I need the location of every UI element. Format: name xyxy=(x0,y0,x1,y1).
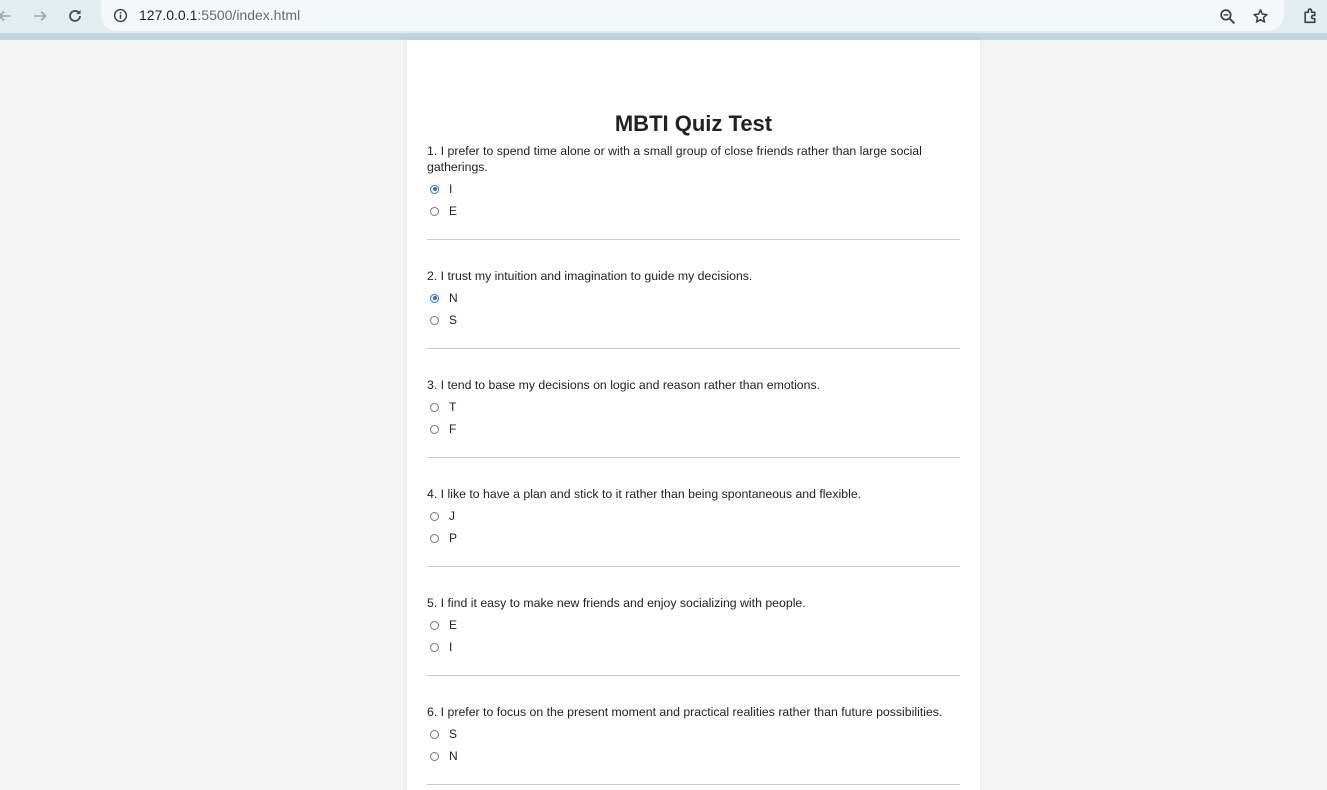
radio-option-label: I xyxy=(449,182,453,196)
reload-icon[interactable] xyxy=(64,5,86,27)
question-divider xyxy=(427,457,960,458)
radio-option[interactable]: P xyxy=(429,527,960,549)
question-item: 4. I like to have a plan and stick to it… xyxy=(427,486,960,567)
url-text[interactable]: 127.0.0.1:5500/index.html xyxy=(139,7,300,23)
radio-option[interactable]: T xyxy=(429,396,960,418)
question-text: 1. I prefer to spend time alone or with … xyxy=(427,144,922,174)
option-group: SN xyxy=(427,723,960,767)
option-group: NS xyxy=(427,287,960,331)
question-text: 4. I like to have a plan and stick to it… xyxy=(427,487,862,501)
page-title: MBTI Quiz Test xyxy=(614,111,773,136)
radio-option[interactable]: E xyxy=(429,200,960,222)
back-arrow-icon[interactable] xyxy=(0,5,16,27)
bookmark-star-icon[interactable] xyxy=(1249,5,1271,27)
question-divider xyxy=(427,784,960,785)
radio-option[interactable]: F xyxy=(429,418,960,440)
site-info-icon[interactable] xyxy=(111,6,129,24)
radio-option[interactable]: N xyxy=(429,287,960,309)
address-bar[interactable]: 127.0.0.1:5500/index.html xyxy=(101,0,1284,31)
zoom-icon[interactable] xyxy=(1216,5,1238,27)
radio-option-label: F xyxy=(449,422,457,436)
radio-button[interactable] xyxy=(430,293,439,303)
radio-button[interactable] xyxy=(430,729,439,739)
question-text: 5. I find it easy to make new friends an… xyxy=(427,596,806,610)
radio-option[interactable]: S xyxy=(429,723,960,745)
question-item: 1. I prefer to spend time alone or with … xyxy=(427,143,960,240)
radio-button[interactable] xyxy=(430,511,439,521)
radio-button[interactable] xyxy=(430,751,439,761)
radio-option-label: S xyxy=(449,313,458,327)
radio-option[interactable]: S xyxy=(429,309,960,331)
question-item: 2. I trust my intuition and imagination … xyxy=(427,268,960,349)
radio-button[interactable] xyxy=(430,315,439,325)
radio-option-label: E xyxy=(449,618,458,632)
radio-option-label: J xyxy=(449,509,455,523)
option-group: IE xyxy=(427,178,960,222)
option-group: EI xyxy=(427,614,960,658)
question-text: 6. I prefer to focus on the present mome… xyxy=(427,705,943,719)
quiz-card: MBTI Quiz Test 1. I prefer to spend time… xyxy=(407,40,980,790)
radio-option[interactable]: I xyxy=(429,636,960,658)
radio-option[interactable]: E xyxy=(429,614,960,636)
extensions-icon[interactable] xyxy=(1299,5,1321,27)
url-host: 127.0.0.1 xyxy=(139,7,198,23)
radio-button[interactable] xyxy=(430,533,439,543)
browser-toolbar: 127.0.0.1:5500/index.html xyxy=(0,0,1327,33)
question-text: 3. I tend to base my decisions on logic … xyxy=(427,378,821,392)
radio-button[interactable] xyxy=(430,424,439,434)
radio-option-label: T xyxy=(449,400,457,414)
radio-option[interactable]: I xyxy=(429,178,960,200)
question-item: 3. I tend to base my decisions on logic … xyxy=(427,377,960,458)
radio-button[interactable] xyxy=(430,620,439,630)
radio-option-label: P xyxy=(449,531,458,545)
question-divider xyxy=(427,675,960,676)
radio-option-label: N xyxy=(449,749,458,763)
question-item: 6. I prefer to focus on the present mome… xyxy=(427,704,960,785)
question-text: 2. I trust my intuition and imagination … xyxy=(427,269,753,283)
url-path: :5500/index.html xyxy=(197,7,301,23)
toolbar-bottom-edge xyxy=(0,33,1327,40)
radio-option-label: I xyxy=(449,640,453,654)
radio-button[interactable] xyxy=(430,402,439,412)
radio-option[interactable]: J xyxy=(429,505,960,527)
radio-option-label: E xyxy=(449,204,458,218)
question-item: 5. I find it easy to make new friends an… xyxy=(427,595,960,676)
forward-arrow-icon[interactable] xyxy=(29,5,51,27)
radio-option-label: S xyxy=(449,727,458,741)
question-divider xyxy=(427,566,960,567)
question-divider xyxy=(427,348,960,349)
option-group: JP xyxy=(427,505,960,549)
option-group: TF xyxy=(427,396,960,440)
radio-option-label: N xyxy=(449,291,458,305)
radio-button[interactable] xyxy=(430,206,439,216)
radio-button[interactable] xyxy=(430,184,439,194)
question-divider xyxy=(427,239,960,240)
radio-option[interactable]: N xyxy=(429,745,960,767)
radio-button[interactable] xyxy=(430,642,439,652)
